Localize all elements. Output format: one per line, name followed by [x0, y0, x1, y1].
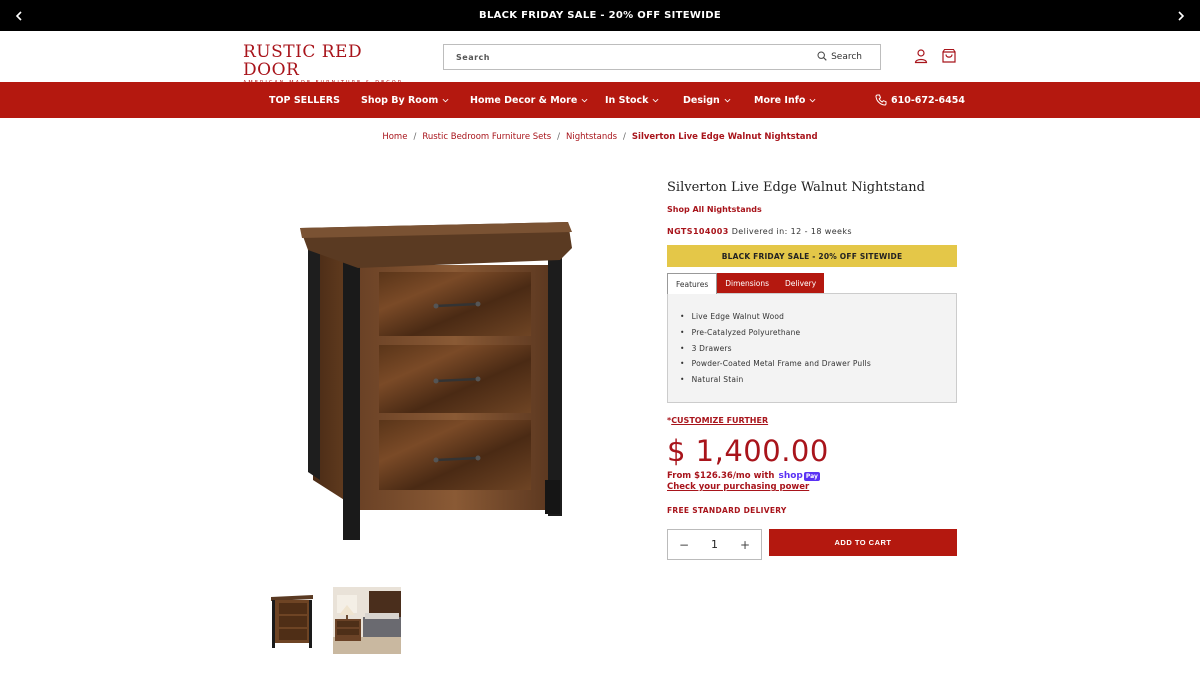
nav-phone[interactable]: 610-672-6454 — [875, 82, 965, 118]
customize-row: *CUSTOMIZE FURTHER — [667, 416, 957, 425]
breadcrumb-home[interactable]: Home — [382, 132, 407, 142]
shop-all-link[interactable]: Shop All Nightstands — [667, 205, 957, 214]
search-bar: Search — [443, 44, 881, 70]
sku-delivery-line: NGTS104003 Delivered in: 12 - 18 weeks — [667, 227, 957, 236]
free-delivery-text: FREE STANDARD DELIVERY — [667, 506, 787, 515]
product-main-image[interactable] — [268, 210, 598, 550]
nav-label: Home Decor & More — [470, 94, 578, 106]
search-icon — [817, 50, 827, 64]
announcement-text: BLACK FRIDAY SALE - 20% OFF SITEWIDE — [479, 10, 721, 21]
product-tabs: Features Dimensions Delivery — [667, 273, 957, 294]
chevron-down-icon — [724, 98, 731, 102]
breadcrumb-current: Silverton Live Edge Walnut Nightstand — [631, 132, 818, 142]
phone-icon — [875, 94, 887, 106]
breadcrumb-separator: / — [623, 132, 626, 142]
nav-label: Shop By Room — [361, 94, 439, 106]
chevron-down-icon — [809, 98, 816, 102]
chevron-down-icon — [442, 98, 449, 102]
quantity-stepper: − 1 + — [667, 529, 762, 560]
chevron-right-icon[interactable] — [1166, 0, 1196, 31]
logo[interactable]: RUSTIC RED DOOR AMERICAN-MADE FURNITURE … — [243, 43, 413, 86]
promo-banner: BLACK FRIDAY SALE - 20% OFF SITEWIDE — [667, 245, 957, 267]
breadcrumb-separator: / — [557, 132, 561, 142]
logo-name: RUSTIC RED DOOR — [243, 42, 363, 80]
installments-line: From $126.36/mo with shop Pay — [667, 471, 957, 481]
features-panel: Live Edge Walnut Wood Pre-Catalyzed Poly… — [667, 293, 957, 403]
cart-row: − 1 + ADD TO CART — [667, 529, 957, 560]
nav-in-stock[interactable]: In Stock — [605, 82, 659, 118]
chevron-down-icon — [653, 98, 659, 102]
nav-label: Design — [683, 94, 720, 106]
breadcrumb-nightstands[interactable]: Nightstands — [566, 132, 617, 142]
site-header: RUSTIC RED DOOR AMERICAN-MADE FURNITURE … — [0, 31, 1200, 86]
quantity-decrease-button[interactable]: − — [678, 538, 690, 552]
nav-label: In Stock — [605, 94, 649, 106]
thumbnail-gallery — [268, 587, 401, 654]
breadcrumb-bedroom-sets[interactable]: Rustic Bedroom Furniture Sets — [422, 132, 551, 142]
tab-dimensions[interactable]: Dimensions — [717, 273, 778, 293]
nav-top-sellers[interactable]: TOP SELLERS — [269, 82, 340, 118]
nav-shop-by-room[interactable]: Shop By Room — [361, 82, 449, 118]
chevron-left-icon[interactable] — [4, 0, 34, 31]
nav-design[interactable]: Design — [683, 82, 731, 118]
quantity-increase-button[interactable]: + — [739, 538, 751, 552]
feature-item: 3 Drawers — [680, 340, 956, 356]
tab-features[interactable]: Features — [667, 273, 718, 294]
purchasing-power-link[interactable]: Check your purchasing power — [667, 482, 957, 492]
phone-number: 610-672-6454 — [891, 94, 965, 106]
main-nav: TOP SELLERS Shop By Room Home Decor & Mo… — [0, 82, 1200, 118]
announcement-bar: BLACK FRIDAY SALE - 20% OFF SITEWIDE — [0, 0, 1200, 31]
search-button[interactable]: Search — [817, 50, 880, 64]
quantity-value[interactable]: 1 — [711, 538, 718, 551]
nav-label: TOP SELLERS — [269, 94, 340, 106]
chevron-down-icon — [581, 98, 588, 102]
search-button-label: Search — [831, 52, 862, 62]
shoppay-pay: Pay — [803, 471, 820, 481]
thumbnail-bedroom-scene[interactable] — [333, 587, 401, 654]
breadcrumb: Home / Rustic Bedroom Furniture Sets / Night… — [0, 132, 1200, 142]
feature-item: Natural Stain — [680, 372, 956, 388]
product-sku: NGTS104003 — [667, 227, 729, 236]
feature-item: Powder-Coated Metal Frame and Drawer Pul… — [680, 356, 956, 372]
nav-home-decor[interactable]: Home Decor & More — [470, 82, 588, 118]
shoppay-logo[interactable]: shop Pay — [778, 471, 820, 481]
add-to-cart-button[interactable]: ADD TO CART — [769, 529, 957, 556]
customize-link[interactable]: CUSTOMIZE FURTHER — [671, 416, 768, 425]
cart-icon[interactable] — [941, 48, 957, 64]
breadcrumb-separator: / — [413, 132, 417, 142]
account-icon[interactable] — [913, 48, 929, 64]
delivery-estimate: Delivered in: 12 - 18 weeks — [731, 227, 852, 236]
product-title: Silverton Live Edge Walnut Nightstand — [667, 180, 925, 195]
shoppay-shop: shop — [778, 471, 803, 481]
product-price: $ 1,400.00 — [667, 434, 829, 468]
tab-delivery[interactable]: Delivery — [777, 273, 825, 293]
feature-item: Live Edge Walnut Wood — [680, 309, 956, 325]
nav-more-info[interactable]: More Info — [754, 82, 816, 118]
thumbnail-nightstand[interactable] — [268, 587, 316, 654]
feature-item: Pre-Catalyzed Polyurethane — [680, 325, 956, 341]
search-input[interactable] — [444, 45, 818, 69]
nav-label: More Info — [754, 94, 806, 106]
product-info: Silverton Live Edge Walnut Nightstand Sh… — [667, 180, 957, 560]
installments-text: From $126.36/mo with — [667, 471, 775, 481]
